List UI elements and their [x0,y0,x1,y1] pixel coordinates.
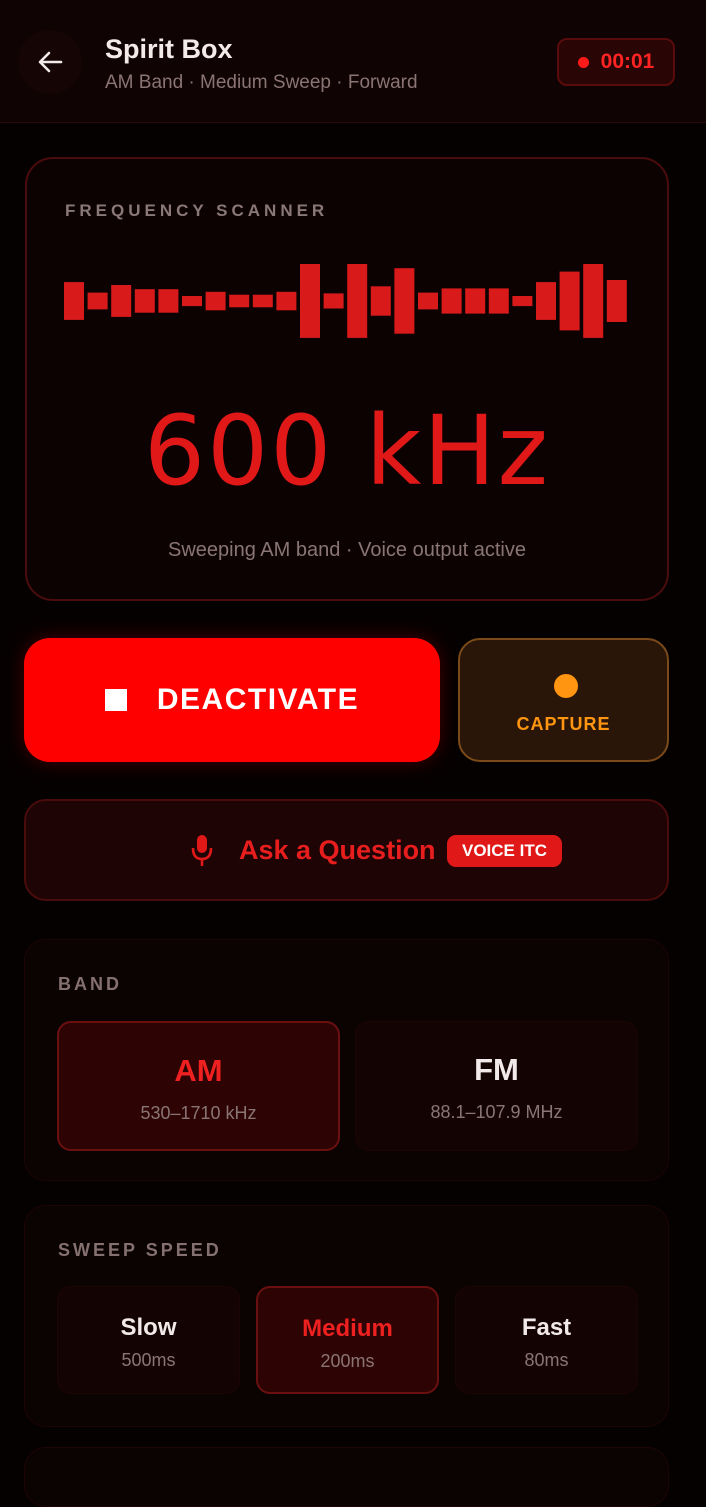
frequency-scanner-card: FREQUENCY SCANNER 600 kHz Sweeping AM ba… [25,157,669,601]
speed-option-medium[interactable]: Medium 200ms [256,1286,439,1394]
speed-detail: 80ms [524,1350,569,1370]
deactivate-button[interactable]: DEACTIVATE [24,638,440,762]
speed-option-slow[interactable]: Slow 500ms [57,1286,240,1394]
band-option-am[interactable]: AM 530–1710 kHz [57,1021,340,1151]
band-label: BAND [58,974,122,994]
capture-dot-icon [554,674,578,698]
waveform-bar [536,282,556,320]
speed-option-fast[interactable]: Fast 80ms [455,1286,638,1394]
speed-detail: 500ms [121,1350,176,1370]
waveform-bar [111,285,132,317]
deactivate-label: DEACTIVATE [156,683,360,716]
waveform-bar [158,289,179,313]
waveform-bar [347,264,368,338]
waveform-bar [559,271,580,331]
band-name: AM [174,1053,223,1088]
waveform-bar [418,292,438,310]
speed-name: Medium [302,1315,393,1342]
app-header: Spirit Box AM Band · Medium Sweep · Forw… [0,0,706,123]
page-title: Spirit Box [105,34,233,64]
band-name: FM [474,1052,519,1087]
frequency-readout: 600 kHz [144,395,550,507]
waveform-bar [134,289,155,313]
waveform-bar [323,293,344,309]
waveform-bar [370,286,391,316]
next-panel [24,1447,669,1507]
band-range: 88.1–107.9 MHz [430,1102,563,1122]
scanner-status: Sweeping AM band · Voice output active [167,539,526,561]
waveform-bar [276,291,297,311]
waveform-bar [488,288,509,314]
ask-question-button[interactable]: Ask a Question VOICE ITC [24,799,669,901]
page-subtitle: AM Band · Medium Sweep · Forward [105,72,418,93]
waveform-bar [441,288,462,314]
band-range: 530–1710 kHz [140,1103,257,1123]
recording-dot-icon [577,56,589,68]
waveform-bar [182,296,202,307]
sweep-speed-panel: SWEEP SPEED Slow 500ms Medium 200ms Fast… [24,1205,669,1427]
ask-question-label: Ask a Question [239,835,436,865]
timer-value: 00:01 [600,50,655,73]
waveform-bar [606,280,627,322]
arrow-left-icon [38,51,63,73]
waveform-bar [300,264,320,338]
waveform-bar [394,268,415,334]
waveform-bar [465,288,486,314]
waveform-bar [205,291,226,311]
waveform-bar [64,282,84,320]
voice-itc-badge: VOICE ITC [447,835,562,867]
recording-timer: 00:01 [557,38,675,86]
speed-name: Slow [120,1314,177,1341]
waveform [64,264,627,338]
sweep-speed-label: SWEEP SPEED [58,1240,222,1260]
waveform-bar [512,296,533,307]
microphone-icon [191,835,213,866]
stop-icon [104,689,127,711]
band-panel: BAND AM 530–1710 kHz FM 88.1–107.9 MHz [24,939,669,1181]
capture-label: CAPTURE [516,714,611,734]
waveform-bar [252,294,273,308]
band-option-fm[interactable]: FM 88.1–107.9 MHz [355,1021,638,1151]
waveform-bar [87,292,108,310]
capture-button[interactable]: CAPTURE [458,638,669,762]
waveform-bar [583,264,604,338]
speed-name: Fast [521,1314,572,1341]
waveform-bar [229,294,250,308]
back-button[interactable] [18,30,82,94]
speed-detail: 200ms [320,1351,375,1371]
